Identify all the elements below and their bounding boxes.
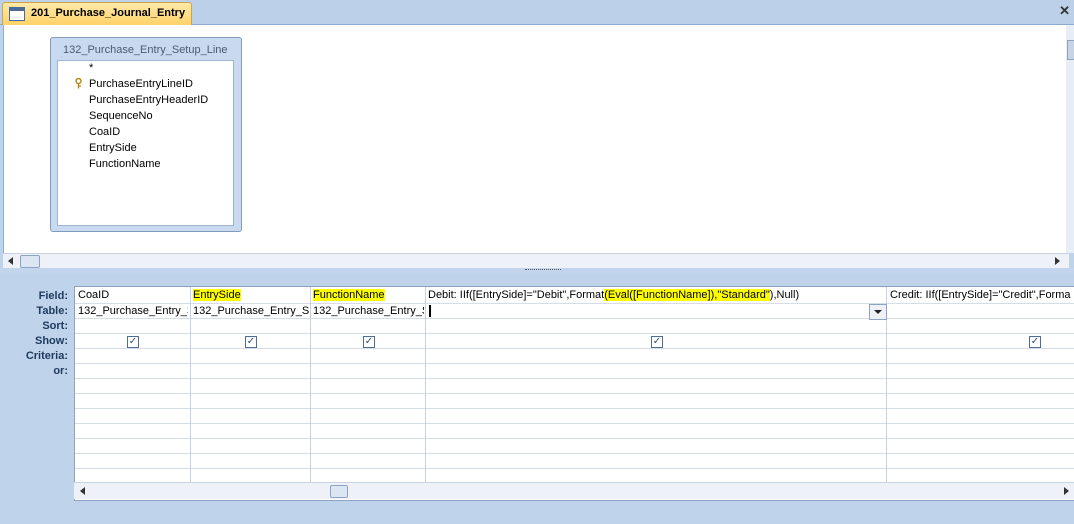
grid-horizontal-scroll-thumb[interactable] xyxy=(330,485,348,498)
field-item-sequenceno[interactable]: SequenceNo xyxy=(89,110,153,122)
table-cell-2[interactable]: 132_Purchase_Entry_Se xyxy=(193,305,309,317)
upper-vertical-scroll-thumb[interactable] xyxy=(1067,40,1074,60)
field-item-coaid[interactable]: CoaID xyxy=(89,126,120,138)
grid-column-4[interactable] xyxy=(425,287,887,483)
field-list-window[interactable]: 132_Purchase_Entry_Setup_Line * Purchase… xyxy=(50,37,242,232)
row-label-sort: Sort: xyxy=(42,320,68,332)
field-cell-4-post: ),Null) xyxy=(769,289,800,301)
tab-label: 201_Purchase_Journal_Entry xyxy=(31,7,186,19)
show-checkbox-4[interactable]: ✓ xyxy=(651,336,663,348)
field-cell-4[interactable]: Debit: IIf([EntrySide]="Debit",Format(Ev… xyxy=(428,289,884,301)
row-label-table: Table: xyxy=(36,305,68,317)
field-cell-3-text: FunctionName xyxy=(313,289,385,301)
field-item-all[interactable]: * xyxy=(89,62,93,74)
row-label-or: or: xyxy=(53,365,68,377)
field-cell-2-text: EntrySide xyxy=(193,289,241,301)
scroll-right-icon[interactable] xyxy=(1055,257,1060,265)
field-cell-2[interactable]: EntrySide xyxy=(193,289,308,301)
field-cell-5[interactable]: Credit: IIf([EntrySide]="Credit",Forma xyxy=(890,289,1074,301)
primary-key-icon xyxy=(75,78,82,89)
field-item-purchaseentrylineid[interactable]: PurchaseEntryLineID xyxy=(89,78,193,90)
row-label-show: Show: xyxy=(35,335,68,347)
upper-horizontal-scrollbar[interactable] xyxy=(3,253,1069,269)
query-design-grid: CoaID EntrySide FunctionName Debit: IIf(… xyxy=(74,286,1074,501)
field-list-title: 132_Purchase_Entry_Setup_Line xyxy=(63,44,228,56)
field-cell-4-highlight: (Eval([FunctionName]),"Standard" xyxy=(604,289,770,301)
field-item-entryside[interactable]: EntrySide xyxy=(89,142,137,154)
table-cell-3[interactable]: 132_Purchase_Entry_S xyxy=(313,305,424,317)
tab-purchase-journal-entry[interactable]: 201_Purchase_Journal_Entry xyxy=(2,2,192,25)
field-cell-1[interactable]: CoaID xyxy=(78,289,188,301)
table-cell-1[interactable]: 132_Purchase_Entry_S xyxy=(78,305,188,317)
query-icon xyxy=(9,7,25,21)
row-label-field: Field: xyxy=(38,290,68,302)
grid-scroll-left-icon[interactable] xyxy=(80,487,85,495)
upper-horizontal-scroll-thumb[interactable] xyxy=(20,255,40,268)
field-list: * PurchaseEntryLineID PurchaseEntryHeade… xyxy=(57,60,234,226)
close-icon[interactable]: ✕ xyxy=(1059,3,1070,19)
field-item-functionname[interactable]: FunctionName xyxy=(89,158,161,170)
show-checkbox-2[interactable]: ✓ xyxy=(245,336,257,348)
scroll-left-icon[interactable] xyxy=(8,257,13,265)
text-cursor xyxy=(429,305,431,317)
table-dropdown-button[interactable] xyxy=(869,304,887,320)
grid-column-5[interactable] xyxy=(886,287,1074,483)
row-label-criteria: Criteria: xyxy=(25,350,68,362)
show-checkbox-1[interactable]: ✓ xyxy=(127,336,139,348)
field-item-purchaseentryheaderid[interactable]: PurchaseEntryHeaderID xyxy=(89,94,208,106)
grid-scroll-right-icon[interactable] xyxy=(1064,487,1069,495)
show-checkbox-3[interactable]: ✓ xyxy=(363,336,375,348)
show-checkbox-5[interactable]: ✓ xyxy=(1029,336,1041,348)
splitter-grip[interactable] xyxy=(525,269,561,273)
field-cell-4-pre: Debit: IIf([EntrySide]="Debit",Format xyxy=(428,289,605,301)
field-cell-3[interactable]: FunctionName xyxy=(313,289,423,301)
grid-horizontal-scrollbar[interactable] xyxy=(74,482,1074,499)
